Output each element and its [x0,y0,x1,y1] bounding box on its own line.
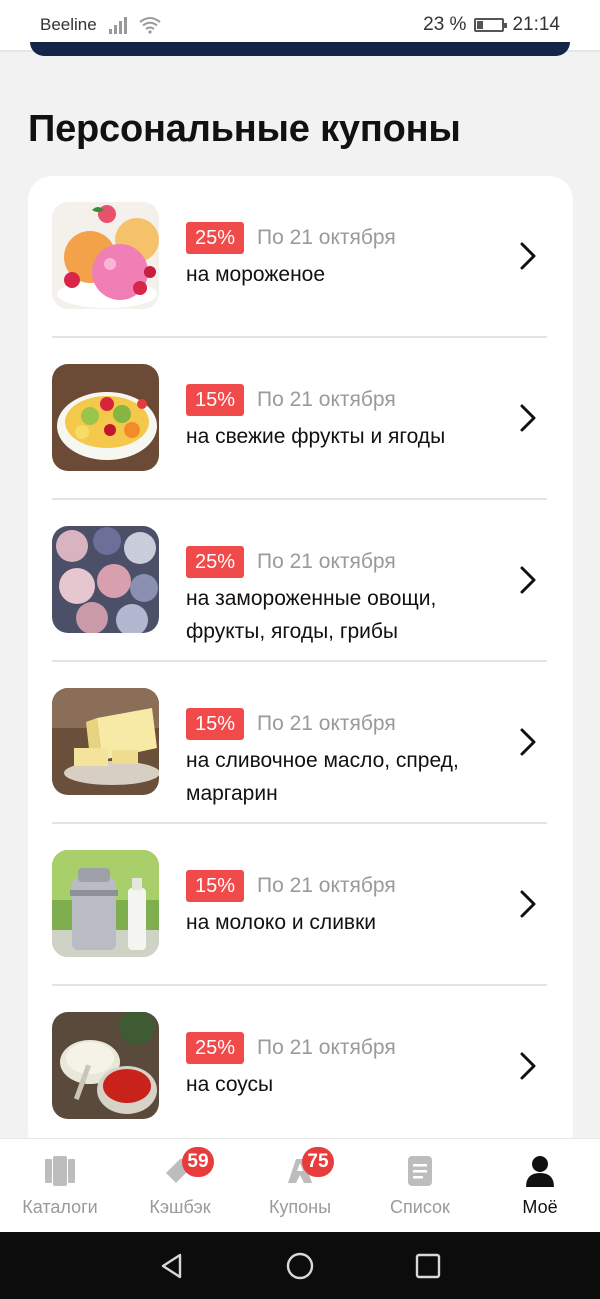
butter-image [52,688,159,795]
carrier-name: Beeline [40,15,97,34]
coupon-date: По 21 октября [257,388,396,411]
nav-label: Моё [522,1197,558,1217]
clock: 21:14 [512,14,560,35]
nav-item-cashback[interactable]: 59 Кэшбэк [120,1139,240,1233]
coupon-title: на соусы [186,1073,274,1096]
coupon-item[interactable]: 25% По 21 октября на замороженные овощи,… [52,500,547,662]
coupon-title: на молоко и сливки [186,911,376,934]
cashback-badge: 59 [182,1147,214,1177]
discount-badge: 15% [186,870,245,902]
frozen-berries-image [52,526,159,633]
coupons-badge: 75 [302,1147,334,1177]
coupon-title: на сливочное масло, спред, маргарин [186,749,459,805]
signal-icon [108,16,127,34]
chevron-right-icon [520,890,536,918]
nav-item-list[interactable]: Список [360,1139,480,1233]
chevron-right-icon [520,242,536,270]
coupon-date: По 21 октября [257,550,396,573]
discount-badge: 15% [186,384,245,416]
coupon-title: на замороженные овощи, фрукты, ягоды, гр… [186,587,437,643]
coupon-item[interactable]: 15% По 21 октября на сливочное масло, сп… [52,662,547,824]
fruits-image [52,364,159,471]
discount-badge: 25% [186,1032,245,1064]
back-icon[interactable] [158,1252,186,1280]
nav-label: Каталоги [22,1197,98,1217]
chevron-right-icon [520,1052,536,1080]
coupon-date: По 21 октября [257,1036,396,1059]
top-banner-edge [30,42,570,56]
nav-item-catalogs[interactable]: Каталоги [0,1139,120,1233]
coupon-item[interactable]: 15% По 21 октября на молоко и сливки [52,824,547,986]
battery-percent: 23 % [423,14,467,35]
chevron-right-icon [520,566,536,594]
page-title: Персональные купоны [28,108,461,150]
recents-icon[interactable] [414,1252,442,1280]
discount-badge: 25% [186,546,245,578]
discount-badge: 15% [186,708,245,740]
bottom-navigation: Каталоги 59 Кэшбэк 75 Купоны Список Моё [0,1138,600,1232]
catalog-icon [45,1156,75,1186]
chevron-right-icon [520,404,536,432]
home-icon[interactable] [286,1252,314,1280]
coupon-item[interactable]: 25% По 21 октября на соусы [52,986,547,1148]
chevron-right-icon [520,728,536,756]
profile-icon [526,1156,554,1187]
sauces-image [52,1012,159,1119]
coupon-item[interactable]: 15% По 21 октября на свежие фрукты и яго… [52,338,547,500]
nav-label: Список [390,1197,450,1217]
nav-label: Кэшбэк [149,1197,211,1217]
nav-item-profile[interactable]: Моё [480,1139,600,1233]
ice-cream-image [52,202,159,309]
nav-label: Купоны [268,1197,332,1217]
wifi-icon [139,17,161,34]
coupon-item[interactable]: 25% По 21 октября на мороженое [52,176,547,338]
coupon-date: По 21 октября [257,712,396,735]
list-icon [408,1156,432,1186]
coupons-card: 25% По 21 октября на мороженое 15% По 21… [28,176,573,1156]
discount-badge: 25% [186,222,245,254]
coupon-title: на свежие фрукты и ягоды [186,425,446,448]
nav-item-coupons[interactable]: 75 Купоны [240,1139,360,1233]
system-navigation-bar [0,1232,600,1299]
milk-image [52,850,159,957]
battery-icon [474,18,508,32]
coupon-date: По 21 октября [257,874,396,897]
coupon-date: По 21 октября [257,226,396,249]
coupon-title: на мороженое [186,263,326,286]
